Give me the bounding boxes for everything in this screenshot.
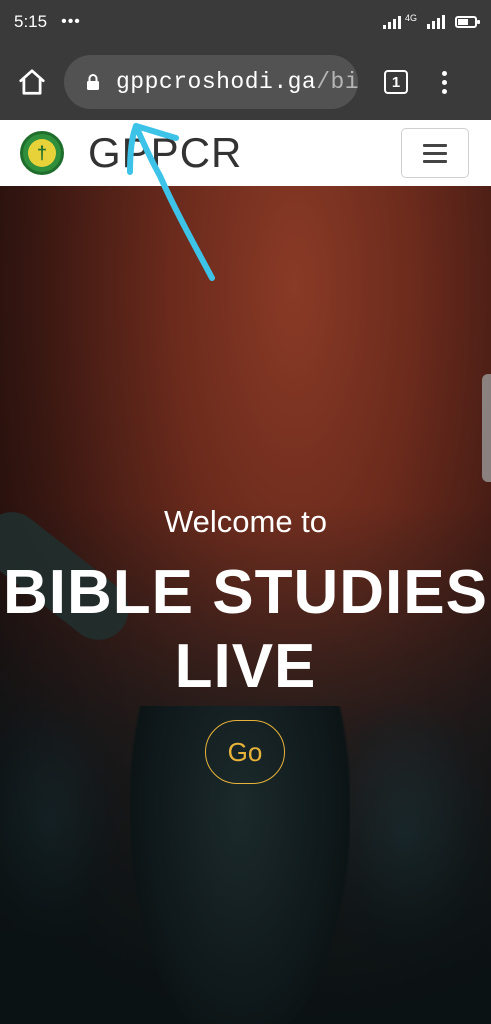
url-path: /bib: [316, 69, 358, 95]
home-button[interactable]: [0, 44, 64, 120]
go-button[interactable]: Go: [205, 720, 285, 784]
url-text: gppcroshodi.ga/bib: [116, 69, 358, 95]
hero-title: BIBLE STUDIES LIVE: [3, 558, 488, 701]
cross-icon: †: [28, 139, 56, 167]
tab-switcher-button[interactable]: 1: [384, 70, 408, 94]
hero-section: Welcome to BIBLE STUDIES LIVE Go: [0, 186, 491, 1024]
tab-count: 1: [391, 73, 401, 91]
status-bar: 5:15 ••• 4G: [0, 0, 491, 44]
url-domain: gppcroshodi.ga: [116, 69, 317, 95]
nav-toggle-button[interactable]: [401, 128, 469, 178]
network-type-badge: 4G: [404, 12, 417, 23]
more-vert-icon: [442, 70, 447, 76]
phone-screen: 5:15 ••• 4G gppcroshodi.ga/bi 1 † GPPCR …: [0, 0, 491, 1024]
church-logo[interactable]: †: [20, 131, 64, 175]
url-bar[interactable]: gppcroshodi.ga/bib: [64, 55, 358, 109]
hamburger-icon: [423, 143, 447, 147]
browser-toolbar: gppcroshodi.ga/bib 1: [0, 44, 491, 120]
notification-dots: •••: [61, 13, 81, 30]
battery-icon: [455, 16, 480, 28]
data-signal-icon: [427, 15, 445, 29]
side-scroll-handle[interactable]: [482, 374, 491, 482]
site-navbar: † GPPCR: [0, 120, 491, 186]
status-time: 5:15: [14, 12, 48, 31]
home-icon: [19, 69, 45, 95]
signal-strength-icon: [382, 15, 401, 29]
site-brand[interactable]: GPPCR: [88, 129, 242, 177]
lock-icon: [86, 73, 100, 91]
go-button-label: Go: [227, 736, 263, 767]
browser-menu-button[interactable]: [442, 70, 447, 94]
hero-welcome: Welcome to: [163, 504, 328, 539]
